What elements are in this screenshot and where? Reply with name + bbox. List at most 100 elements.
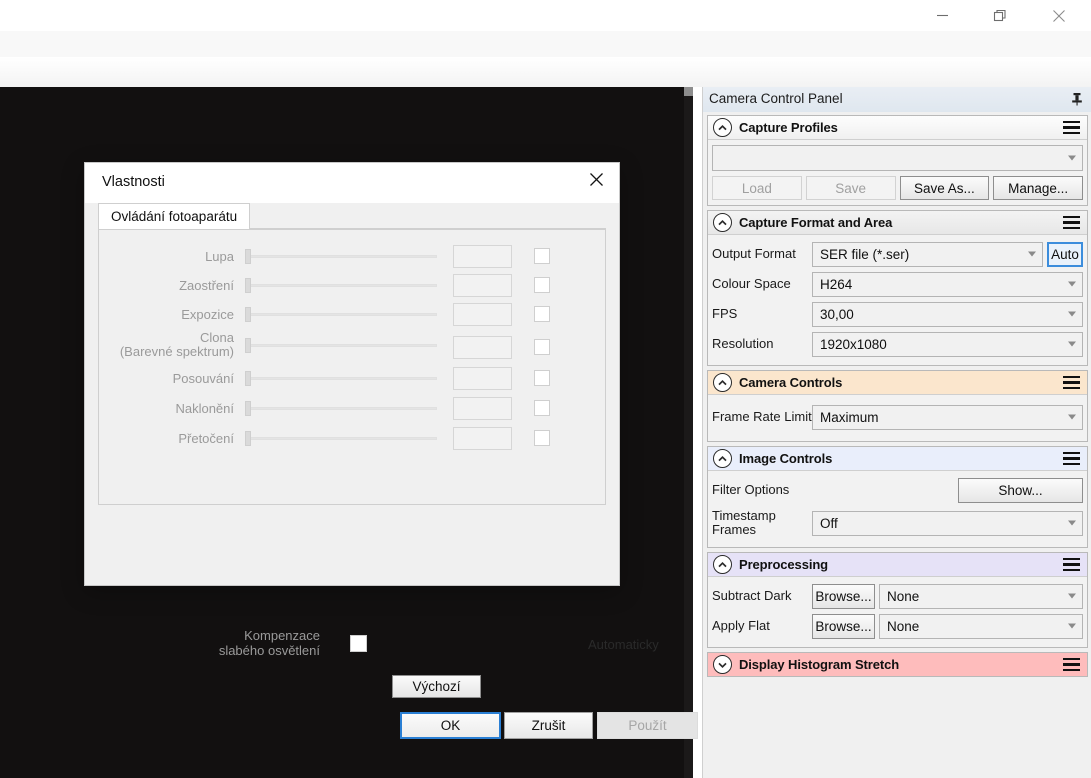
group-header-capture-format-area[interactable]: Capture Format and Area bbox=[708, 211, 1087, 235]
zaostreni-label: Zaostření bbox=[99, 278, 234, 293]
capture-profile-select[interactable] bbox=[712, 145, 1083, 171]
chevron-down-icon bbox=[1028, 252, 1036, 257]
slider-thumb[interactable] bbox=[245, 401, 251, 416]
load-profile-button[interactable]: Load bbox=[712, 176, 802, 200]
group-header-camera-controls[interactable]: Camera Controls bbox=[708, 371, 1087, 395]
slider-thumb[interactable] bbox=[245, 431, 251, 446]
preview-scrollbar-thumb[interactable] bbox=[684, 87, 693, 96]
apply-flat-select[interactable]: None bbox=[879, 614, 1083, 639]
group-title: Display Histogram Stretch bbox=[739, 657, 899, 672]
capture-profile-buttons: Load Save Save As... Manage... bbox=[712, 176, 1083, 200]
clona-auto-checkbox[interactable] bbox=[534, 339, 550, 355]
chevron-down-icon bbox=[1068, 624, 1076, 629]
hamburger-menu-icon[interactable] bbox=[1063, 376, 1080, 389]
group-header-preprocessing[interactable]: Preprocessing bbox=[708, 553, 1087, 577]
zaostreni-slider[interactable] bbox=[245, 273, 437, 297]
manage-profiles-button[interactable]: Manage... bbox=[993, 176, 1083, 200]
row-timestamp-frames: Timestamp Frames Off bbox=[712, 506, 1083, 540]
toolbar-strip bbox=[0, 31, 1091, 57]
zaostreni-value-field[interactable] bbox=[453, 274, 512, 297]
output-format-select[interactable]: SER file (*.ser) bbox=[812, 242, 1043, 267]
resolution-select[interactable]: 1920x1080 bbox=[812, 332, 1083, 357]
lupa-value-field[interactable] bbox=[453, 245, 512, 268]
cancel-button[interactable]: Zrušit bbox=[504, 712, 593, 739]
expozice-auto-checkbox[interactable] bbox=[534, 306, 550, 322]
save-as-profile-button[interactable]: Save As... bbox=[900, 176, 990, 200]
clona-slider[interactable] bbox=[245, 328, 437, 362]
apply-button[interactable]: Použít bbox=[597, 712, 698, 739]
dialog-titlebar: Vlastnosti bbox=[85, 163, 619, 203]
pretoceni-slider[interactable] bbox=[245, 426, 437, 450]
frame-rate-limit-value: Maximum bbox=[813, 410, 879, 425]
slider-row-posouvani: Posouvání bbox=[99, 366, 607, 390]
tab-camera-control[interactable]: Ovládání fotoaparátu bbox=[98, 203, 250, 229]
minimize-icon[interactable] bbox=[919, 0, 965, 31]
slider-thumb[interactable] bbox=[245, 307, 251, 322]
subtract-dark-browse-button[interactable]: Browse... bbox=[812, 584, 875, 609]
chevron-up-icon[interactable] bbox=[713, 118, 732, 137]
group-header-image-controls[interactable]: Image Controls bbox=[708, 447, 1087, 471]
frame-rate-limit-select[interactable]: Maximum bbox=[812, 405, 1083, 430]
slider-thumb[interactable] bbox=[245, 278, 251, 293]
save-profile-button[interactable]: Save bbox=[806, 176, 896, 200]
nakloneni-auto-checkbox[interactable] bbox=[534, 400, 550, 416]
hamburger-menu-icon[interactable] bbox=[1063, 658, 1080, 671]
colour-space-select[interactable]: H264 bbox=[812, 272, 1083, 297]
pretoceni-auto-checkbox[interactable] bbox=[534, 430, 550, 446]
chevron-up-icon[interactable] bbox=[713, 555, 732, 574]
toolbar-group-4 bbox=[554, 31, 838, 57]
posouvani-slider[interactable] bbox=[245, 366, 437, 390]
group-display-histogram-stretch: Display Histogram Stretch bbox=[707, 652, 1088, 677]
hamburger-menu-icon[interactable] bbox=[1063, 452, 1080, 465]
fps-select[interactable]: 30,00 bbox=[812, 302, 1083, 327]
expozice-slider[interactable] bbox=[245, 302, 437, 326]
slider-row-lupa: Lupa bbox=[99, 244, 607, 268]
dock-title-label: Camera Control Panel bbox=[709, 91, 843, 106]
posouvani-value-field[interactable] bbox=[453, 367, 512, 390]
chevron-down-icon[interactable] bbox=[713, 655, 732, 674]
posouvani-auto-checkbox[interactable] bbox=[534, 370, 550, 386]
chevron-up-icon[interactable] bbox=[713, 373, 732, 392]
expozice-value-field[interactable] bbox=[453, 303, 512, 326]
close-icon[interactable] bbox=[573, 163, 619, 196]
low-light-compensation-checkbox[interactable] bbox=[350, 635, 367, 652]
filter-options-show-button[interactable]: Show... bbox=[958, 478, 1083, 503]
nakloneni-value-field[interactable] bbox=[453, 397, 512, 420]
pretoceni-value-field[interactable] bbox=[453, 427, 512, 450]
toolbar-strip-secondary bbox=[0, 57, 1091, 88]
apply-flat-browse-button[interactable]: Browse... bbox=[812, 614, 875, 639]
frame-rate-limit-label: Frame Rate Limit bbox=[712, 410, 812, 424]
group-header-display-histogram-stretch[interactable]: Display Histogram Stretch bbox=[708, 653, 1087, 676]
slider-thumb[interactable] bbox=[245, 249, 251, 264]
group-body-preprocessing: Subtract Dark Browse... None Apply Flat … bbox=[708, 577, 1087, 647]
clona-value-field[interactable] bbox=[453, 336, 512, 359]
default-button[interactable]: Výchozí bbox=[392, 675, 481, 698]
hamburger-menu-icon[interactable] bbox=[1063, 121, 1080, 134]
nakloneni-slider[interactable] bbox=[245, 396, 437, 420]
timestamp-frames-select[interactable]: Off bbox=[812, 511, 1083, 536]
lupa-slider[interactable] bbox=[245, 244, 437, 268]
chevron-down-icon bbox=[1068, 594, 1076, 599]
close-icon[interactable] bbox=[1036, 0, 1082, 31]
nakloneni-label: Naklonění bbox=[99, 401, 234, 416]
zaostreni-auto-checkbox[interactable] bbox=[534, 277, 550, 293]
subtract-dark-select[interactable]: None bbox=[879, 584, 1083, 609]
pretoceni-label: Přetočení bbox=[99, 431, 234, 446]
chevron-up-icon[interactable] bbox=[713, 213, 732, 232]
chevron-down-icon bbox=[1068, 312, 1076, 317]
row-output-format: Output Format SER file (*.ser) Auto bbox=[712, 240, 1083, 268]
slider-thumb[interactable] bbox=[245, 338, 251, 353]
lupa-auto-checkbox[interactable] bbox=[534, 248, 550, 264]
toolbar-group-3 bbox=[389, 31, 555, 57]
auto-format-button[interactable]: Auto bbox=[1047, 242, 1083, 267]
slider-thumb[interactable] bbox=[245, 371, 251, 386]
hamburger-menu-icon[interactable] bbox=[1063, 558, 1080, 571]
slider-row-expozice: Expozice bbox=[99, 302, 607, 326]
hamburger-menu-icon[interactable] bbox=[1063, 216, 1080, 229]
ok-button[interactable]: OK bbox=[400, 712, 501, 739]
group-header-capture-profiles[interactable]: Capture Profiles bbox=[708, 116, 1087, 140]
pin-icon[interactable] bbox=[1069, 91, 1085, 107]
preview-vertical-scrollbar[interactable] bbox=[684, 87, 693, 778]
restore-icon[interactable] bbox=[977, 0, 1023, 31]
chevron-up-icon[interactable] bbox=[713, 449, 732, 468]
